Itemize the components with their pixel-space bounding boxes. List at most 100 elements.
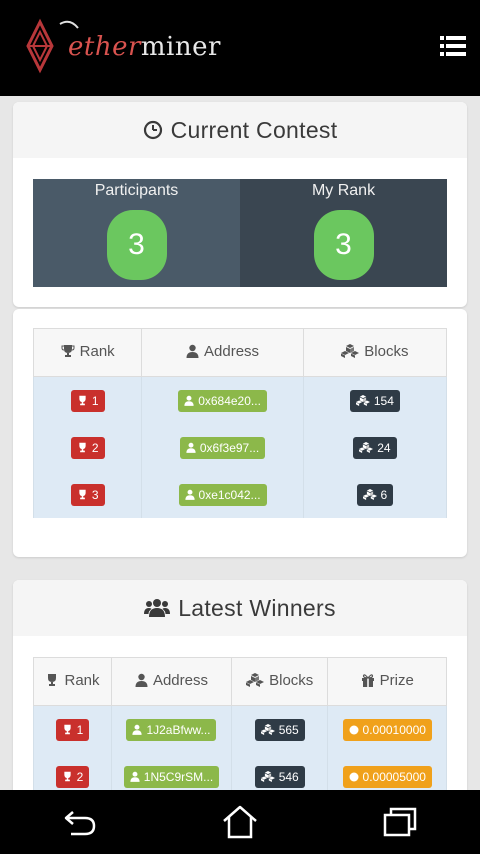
participants-value: 3 — [106, 210, 167, 280]
participants-stat: Participants 3 — [33, 179, 240, 287]
rank-cell: 3 — [32, 471, 142, 518]
menu-list-icon[interactable] — [440, 36, 466, 56]
address-value: 1J2aBfww... — [146, 722, 211, 737]
col-blocks: Blocks — [230, 657, 328, 706]
rank-cell: 2 — [32, 424, 142, 471]
blocks-value: 565 — [278, 722, 299, 737]
clock-icon — [143, 120, 162, 140]
current-contest-title: Current Contest — [170, 116, 338, 143]
rank-value: 3 — [91, 487, 99, 502]
col-blocks-label: Blocks — [364, 342, 409, 360]
user-icon — [132, 724, 143, 735]
my-rank-label: My Rank — [311, 182, 376, 199]
cubes-icon — [362, 489, 377, 500]
blocks-badge: 546 — [254, 765, 305, 788]
contest-table: Rank Address Blocks 1 0x684e20... 154 2 … — [32, 328, 448, 518]
address-value: 0xe1c042... — [198, 487, 261, 502]
prize-value: 0.00010000 — [362, 722, 426, 737]
trophy-icon — [48, 674, 57, 687]
latest-winners-title: Latest Winners — [178, 594, 336, 621]
col-blocks: Blocks — [302, 328, 448, 377]
cubes-icon — [260, 771, 275, 782]
trophy-icon — [61, 345, 75, 358]
user-icon — [130, 771, 140, 782]
rank-value: 2 — [91, 440, 99, 455]
main-content[interactable]: Current Contest Participants 3 My Rank 3 — [0, 96, 480, 790]
blocks-badge: 154 — [349, 389, 400, 412]
user-icon — [186, 442, 196, 453]
table-row: 1 0x684e20... 154 — [32, 376, 448, 424]
blocks-badge: 6 — [356, 483, 394, 506]
address-cell: 0x6f3e97... — [141, 424, 304, 471]
prize-badge: 0.00010000 — [342, 718, 432, 741]
contest-stats: Participants 3 My Rank 3 — [33, 179, 447, 287]
address-badge[interactable]: 1N5C9rSM... — [123, 765, 220, 788]
address-badge[interactable]: 0xe1c042... — [178, 483, 267, 506]
system-nav-bar — [0, 790, 480, 854]
prize-badge: 0.00005000 — [342, 765, 432, 788]
table-row: 1 1J2aBfww... 565 0.00010000 — [33, 705, 447, 753]
rank-badge: 2 — [55, 765, 90, 788]
user-icon — [135, 674, 148, 688]
trophy-icon — [79, 442, 86, 453]
app-header: etherminer — [0, 0, 480, 96]
trophy-icon — [64, 724, 71, 735]
back-button[interactable] — [50, 797, 110, 847]
col-prize: Prize — [327, 657, 447, 706]
blocks-cell: 24 — [302, 424, 448, 471]
back-arrow-icon — [64, 811, 96, 836]
rank-badge: 1 — [55, 718, 90, 741]
user-icon — [186, 345, 199, 359]
cubes-icon — [246, 673, 265, 688]
participants-label: Participants — [94, 182, 179, 199]
blocks-badge: 565 — [254, 718, 305, 741]
contest-table-panel: Rank Address Blocks 1 0x684e20... 154 2 … — [13, 309, 467, 557]
blocks-cell: 565 — [230, 705, 328, 753]
col-address-label: Address — [204, 342, 260, 360]
rank-value: 1 — [91, 393, 99, 408]
latest-winners-header: Latest Winners — [13, 580, 467, 636]
prize-cell: 0.00005000 — [327, 753, 447, 790]
cubes-icon — [341, 344, 360, 359]
col-rank: Rank — [33, 657, 112, 706]
winners-table: Rank Address Blocks Prize 1 1J2aBfww... … — [33, 657, 447, 790]
trophy-icon — [79, 489, 86, 500]
blocks-value: 154 — [373, 393, 394, 408]
rank-cell: 2 — [33, 753, 112, 790]
table-row: 3 0xe1c042... 6 — [32, 471, 448, 518]
blocks-cell: 546 — [230, 753, 328, 790]
recent-apps-button[interactable] — [370, 797, 430, 847]
recent-apps-icon — [383, 807, 417, 837]
address-value: 1N5C9rSM... — [143, 769, 214, 784]
trophy-icon — [64, 771, 71, 782]
my-rank-stat: My Rank 3 — [240, 179, 447, 287]
col-blocks-label: Blocks — [269, 671, 314, 689]
logo-miner: miner — [140, 32, 221, 62]
col-address: Address — [141, 328, 304, 377]
address-badge[interactable]: 0x684e20... — [178, 389, 267, 412]
blocks-badge: 24 — [353, 436, 397, 459]
prize-value: 0.00005000 — [362, 769, 426, 784]
col-address: Address — [111, 657, 232, 706]
col-rank-label: Rank — [79, 342, 115, 360]
trophy-icon — [79, 395, 86, 406]
current-contest-panel: Current Contest Participants 3 My Rank 3 — [13, 102, 467, 307]
gift-icon — [361, 674, 374, 688]
user-icon — [184, 489, 195, 500]
address-cell: 1J2aBfww... — [111, 705, 232, 753]
current-contest-header: Current Contest — [13, 102, 467, 158]
home-button[interactable] — [210, 797, 270, 847]
prize-cell: 0.00010000 — [327, 705, 447, 753]
cubes-icon — [355, 395, 370, 406]
address-badge[interactable]: 0x6f3e97... — [179, 436, 266, 459]
blocks-value: 24 — [377, 440, 391, 455]
address-badge[interactable]: 1J2aBfww... — [126, 718, 217, 741]
col-prize-label: Prize — [379, 671, 414, 689]
blocks-cell: 154 — [302, 376, 448, 424]
blocks-cell: 6 — [302, 471, 448, 518]
col-rank-label: Rank — [64, 671, 100, 689]
coin-icon — [349, 772, 359, 781]
my-rank-value: 3 — [313, 210, 374, 280]
blocks-value: 546 — [278, 769, 299, 784]
cubes-icon — [359, 442, 374, 453]
